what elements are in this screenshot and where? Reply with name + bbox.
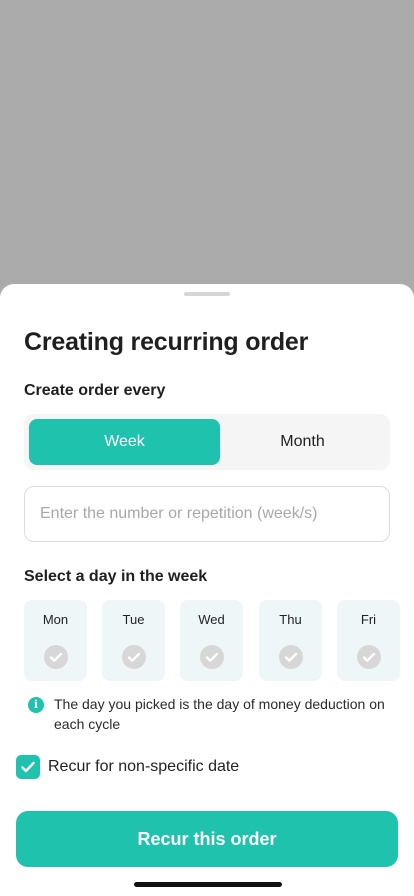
repetition-input[interactable]: [24, 486, 390, 542]
day-section-label: Select a day in the week: [24, 568, 208, 585]
home-indicator[interactable]: [134, 882, 282, 887]
bottom-sheet: Creating recurring order Create order ev…: [0, 284, 414, 896]
day-option-tue[interactable]: Tue: [102, 600, 165, 681]
period-option-month[interactable]: Month: [220, 419, 385, 465]
check-circle-icon: [199, 645, 224, 669]
recur-checkbox-row[interactable]: Recur for non-specific date: [16, 755, 239, 779]
check-circle-icon: [356, 645, 381, 669]
info-text: The day you picked is the day of money d…: [54, 696, 385, 732]
check-circle-icon: [43, 645, 68, 669]
recur-checkbox-label: Recur for non-specific date: [48, 758, 240, 775]
create-every-label: Create order every: [24, 382, 166, 399]
day-label: Wed: [198, 612, 225, 627]
period-segmented-control: Week Month: [24, 414, 390, 470]
sheet-title: Creating recurring order: [24, 328, 309, 356]
period-option-week[interactable]: Week: [29, 419, 220, 465]
day-label: Tue: [122, 612, 145, 627]
check-circle-icon: [121, 645, 146, 669]
day-option-fri[interactable]: Fri: [337, 600, 400, 681]
day-label: Fri: [360, 612, 377, 627]
day-label: Thu: [279, 612, 302, 627]
day-picker: Mon Tue Wed Thu Fri: [24, 600, 414, 682]
check-circle-icon: [278, 645, 303, 669]
day-option-wed[interactable]: Wed: [180, 600, 243, 681]
day-option-thu[interactable]: Thu: [259, 600, 322, 681]
info-icon: i: [28, 697, 44, 713]
recur-this-order-button[interactable]: Recur this order: [16, 811, 398, 867]
day-label: Mon: [42, 612, 69, 627]
sheet-grabber[interactable]: [184, 292, 230, 296]
recur-checkbox[interactable]: [16, 755, 40, 779]
checkmark-icon: [21, 761, 35, 773]
day-option-mon[interactable]: Mon: [24, 600, 87, 681]
